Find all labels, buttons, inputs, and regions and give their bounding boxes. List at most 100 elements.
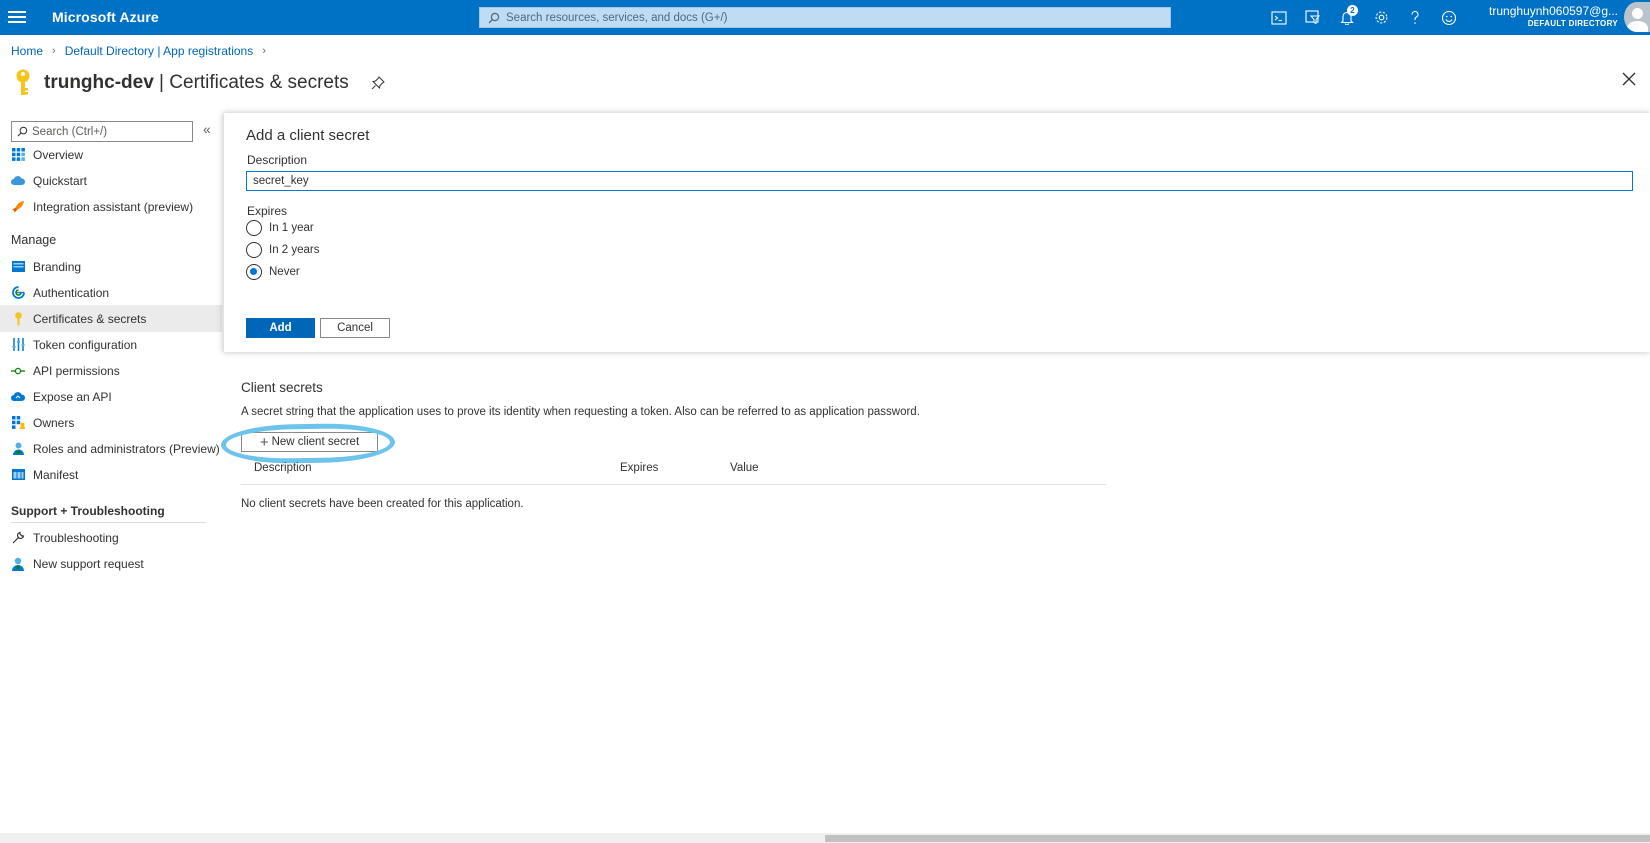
sidebar-item-roles-administrators[interactable]: Roles and administrators (Preview) (0, 435, 222, 462)
client-secrets-title: Client secrets (241, 380, 323, 395)
column-header-expires: Expires (620, 462, 659, 474)
support-heading: Support + Troubleshooting (11, 504, 165, 518)
sidebar-item-token-configuration[interactable]: Token configuration (0, 331, 222, 358)
new-client-secret-label: New client secret (271, 436, 360, 448)
pin-icon[interactable] (371, 76, 385, 90)
search-icon (17, 126, 28, 137)
key-icon (16, 69, 30, 95)
wrench-icon (11, 531, 25, 545)
sidebar-item-label: Expose an API (33, 389, 112, 404)
empty-state-message: No client secrets have been created for … (241, 498, 524, 510)
account-name: trunghuynh060597@g... (1489, 4, 1618, 18)
roles-icon (11, 442, 25, 456)
sidebar-item-branding[interactable]: Branding (0, 253, 222, 280)
branding-icon (11, 260, 25, 274)
cloud-shell-icon[interactable] (1262, 0, 1296, 35)
breadcrumb: Home › Default Directory | App registrat… (11, 44, 275, 58)
chevron-right-icon: › (52, 45, 56, 57)
sidebar-item-authentication[interactable]: Authentication (0, 279, 222, 306)
sidebar-item-expose-api[interactable]: Expose an API (0, 383, 222, 410)
manifest-icon (11, 468, 25, 482)
new-client-secret-button[interactable]: + New client secret (241, 432, 378, 452)
sidebar-item-label: Manifest (33, 467, 79, 482)
description-field[interactable] (246, 171, 1633, 191)
top-bar: Microsoft Azure 2 trunghuynh060597@g... … (0, 0, 1650, 35)
scrollbar-thumb[interactable] (825, 835, 1650, 842)
column-header-value: Value (730, 462, 759, 474)
sidebar-item-label: New support request (33, 556, 144, 571)
key-icon (11, 311, 25, 326)
sidebar-item-label: Roles and administrators (Preview) (33, 441, 220, 456)
collapse-sidebar-icon[interactable]: « (203, 121, 211, 137)
feedback-icon[interactable] (1432, 0, 1466, 35)
overview-icon (11, 148, 25, 162)
page-header: trunghc-dev | Certificates & secrets (12, 68, 385, 98)
sidebar-item-label: Branding (33, 259, 82, 274)
sidebar-item-label: Token configuration (33, 337, 138, 352)
directory-filter-icon[interactable] (1296, 0, 1330, 35)
client-secrets-description: A secret string that the application use… (241, 406, 920, 418)
search-icon (488, 12, 500, 23)
close-icon[interactable] (1621, 71, 1637, 87)
expires-option-1-year[interactable]: In 1 year (246, 220, 314, 236)
page-title-section: | Certificates & secrets (153, 72, 349, 93)
sidebar-item-label: Quickstart (33, 173, 88, 188)
help-icon[interactable] (1398, 0, 1432, 35)
brand-title[interactable]: Microsoft Azure (52, 9, 159, 25)
expires-label: Expires (247, 204, 288, 218)
sidebar-item-label: Authentication (33, 285, 110, 300)
sidebar-item-manifest[interactable]: Manifest (0, 461, 222, 488)
sidebar-item-quickstart[interactable]: Quickstart (0, 167, 222, 194)
sidebar-item-label: Integration assistant (preview) (33, 199, 194, 214)
manage-heading: Manage (11, 233, 57, 247)
add-client-secret-panel: Add a client secret Description Expires … (223, 113, 1650, 352)
radio-button[interactable] (246, 242, 262, 258)
sidebar-item-overview[interactable]: Overview (0, 141, 222, 168)
breadcrumb-home[interactable]: Home (11, 44, 43, 58)
cloud-icon (11, 390, 25, 404)
sidebar-item-label: Certificates & secrets (33, 311, 147, 326)
settings-icon[interactable] (1364, 0, 1398, 35)
expires-option-never[interactable]: Never (246, 264, 300, 280)
page-title: trunghc-dev | Certificates & secrets (44, 72, 349, 94)
radio-label: In 1 year (269, 222, 314, 234)
breadcrumb-app-registrations[interactable]: Default Directory | App registrations (65, 44, 254, 58)
hamburger-menu-icon[interactable] (8, 8, 26, 26)
notifications-icon[interactable]: 2 (1330, 0, 1364, 35)
sidebar-item-label: Overview (33, 147, 84, 162)
authentication-icon (11, 286, 25, 300)
sidebar-item-owners[interactable]: Owners (0, 409, 222, 436)
sidebar-item-certificates-secrets[interactable]: Certificates & secrets (0, 305, 222, 332)
expires-option-2-years[interactable]: In 2 years (246, 242, 320, 258)
sidebar-item-label: Owners (33, 415, 75, 430)
rocket-icon (11, 200, 25, 214)
global-search[interactable] (479, 7, 1171, 28)
account-menu[interactable]: trunghuynh060597@g... DEFAULT DIRECTORY (1489, 4, 1618, 28)
sidebar-item-troubleshooting[interactable]: Troubleshooting (0, 524, 222, 551)
sidebar-search-input[interactable] (32, 125, 192, 138)
panel-title: Add a client secret (246, 127, 370, 144)
sidebar-item-api-permissions[interactable]: API permissions (0, 357, 222, 384)
sidebar-item-new-support-request[interactable]: New support request (0, 550, 222, 577)
page-title-app: trunghc-dev (44, 72, 154, 93)
api-permissions-icon (11, 364, 25, 378)
token-config-icon (11, 338, 25, 352)
radio-label: In 2 years (269, 244, 320, 256)
owners-icon (11, 416, 25, 430)
add-button[interactable]: Add (246, 318, 315, 338)
cancel-button[interactable]: Cancel (320, 318, 390, 338)
notification-count-badge: 2 (1347, 5, 1358, 16)
sidebar-search[interactable] (11, 121, 193, 142)
radio-button[interactable] (246, 220, 262, 236)
description-label: Description (247, 153, 308, 167)
quickstart-icon (11, 174, 25, 188)
table-divider (241, 484, 1106, 485)
radio-label: Never (269, 266, 300, 278)
global-search-input[interactable] (506, 11, 1146, 24)
sidebar-item-integration-assistant[interactable]: Integration assistant (preview) (0, 193, 222, 220)
radio-button-checked[interactable] (246, 264, 262, 280)
avatar[interactable] (1624, 2, 1650, 32)
sidebar-item-label: Troubleshooting (33, 530, 119, 545)
plus-icon: + (259, 433, 269, 451)
account-directory: DEFAULT DIRECTORY (1527, 19, 1618, 28)
